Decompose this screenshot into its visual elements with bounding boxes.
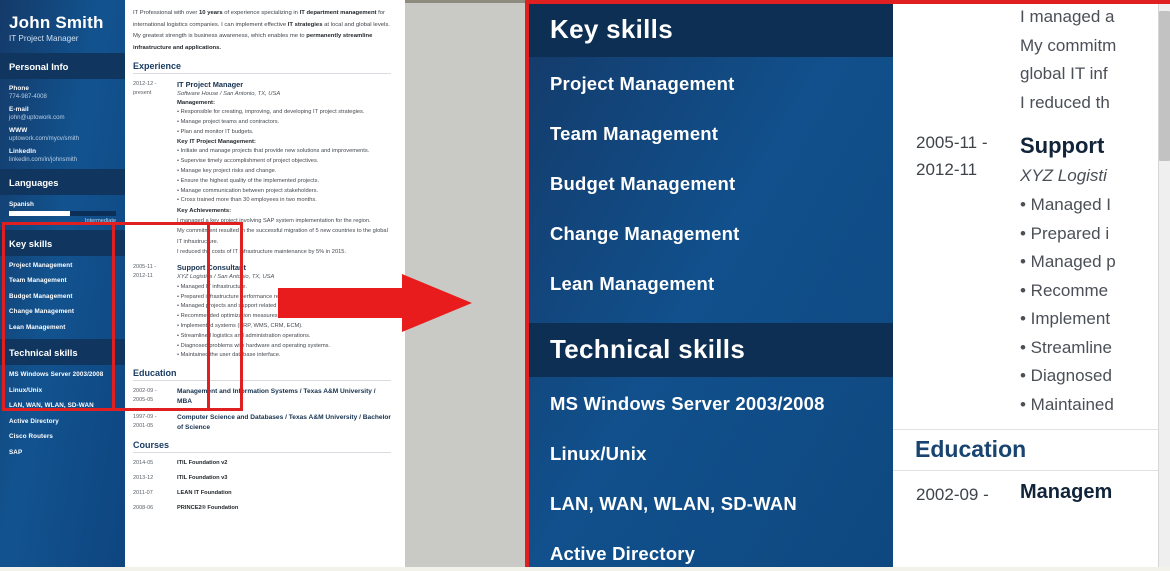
bullet-item: • Manage project teams and contractors. bbox=[177, 118, 280, 125]
language-name: Spanish bbox=[9, 200, 34, 208]
bullet-item: • Manage key project risks and change. bbox=[177, 168, 277, 175]
bullet-item: • Initiate and manage projects that prov… bbox=[177, 148, 370, 155]
right-arrow-icon bbox=[278, 274, 472, 332]
date-line: present bbox=[133, 90, 152, 97]
experience-entry: 2012-12 - present IT Project Manager Softwa… bbox=[133, 80, 391, 257]
summary-segment: IT strategies bbox=[287, 21, 323, 28]
personal-info-heading: Personal Info bbox=[9, 60, 69, 72]
selection-connector-bottom bbox=[108, 408, 243, 411]
contact-label: E-mail bbox=[9, 105, 29, 113]
candidate-role: IT Project Manager bbox=[9, 33, 79, 43]
screenshot-stage: John Smith IT Project Manager Personal I… bbox=[0, 0, 1170, 571]
education-body: Computer Science and Databases / Texas A… bbox=[177, 413, 391, 433]
course-title: LEAN IT Foundation bbox=[177, 489, 232, 496]
contact-value: 774-987-4008 bbox=[9, 92, 47, 100]
selection-connector-top bbox=[108, 222, 243, 225]
bullet-item: • Responsible for creating, improving, a… bbox=[177, 109, 365, 116]
language-level-bar bbox=[9, 210, 116, 216]
course-title: ITIL Foundation v3 bbox=[177, 474, 228, 481]
course-date: 2013-12 bbox=[133, 474, 154, 481]
contact-value: john@uptowork.com bbox=[9, 113, 65, 121]
technical-skill-item: SAP bbox=[9, 448, 23, 456]
summary-segment: of experience specializing in bbox=[222, 10, 300, 16]
contact-value: linkedin.com/in/johnsmith bbox=[9, 155, 78, 163]
section-header-languages: Languages bbox=[0, 168, 125, 195]
group-subheading: Key Achievements: bbox=[177, 208, 232, 215]
bullet-item: • Ensure the highest quality of the impl… bbox=[177, 177, 320, 184]
job-company: Software House / San Antonio, TX, USA bbox=[177, 91, 281, 98]
education-heading: Education bbox=[133, 368, 391, 382]
experience-date: 2005-11 - 2012-11 bbox=[133, 263, 177, 361]
bullet-item: • Supervise timely accomplishment of pro… bbox=[177, 158, 319, 165]
bullet-item: • Cross trained more than 30 employees i… bbox=[177, 197, 317, 204]
group-subheading: Management: bbox=[177, 100, 215, 107]
contact-list: Phone 774-987-4008 E-mail john@uptowork.com… bbox=[9, 85, 116, 163]
course-body: ITIL Foundation v2 bbox=[177, 459, 391, 468]
course-body: LEAN IT Foundation bbox=[177, 489, 391, 498]
course-title: PRINCE2® Foundation bbox=[177, 504, 239, 511]
selection-rectangle-experience-left-edge bbox=[207, 222, 210, 411]
summary-segment: 10 years bbox=[199, 10, 223, 16]
education-date: 1997-09 - 2001-05 bbox=[133, 413, 177, 433]
bullet-item: • Plan and monitor IT budgets. bbox=[177, 128, 254, 135]
date-line: 2005-05 bbox=[133, 397, 154, 404]
contact-label: LinkedIn bbox=[9, 147, 37, 155]
date-line: 1997-09 - bbox=[133, 413, 157, 420]
education-entry: 1997-09 - 2001-05 Computer Science and Dat… bbox=[133, 413, 391, 433]
experience-heading: Experience bbox=[133, 61, 391, 75]
professional-summary: IT Professional with over 10 years of ex… bbox=[133, 8, 391, 54]
course-date: 2011-07 bbox=[133, 489, 153, 496]
contact-value: uptowork.com/mycv/smith bbox=[9, 134, 80, 142]
education-entry: 2002-09 -2005-05 Management and Informati… bbox=[133, 387, 391, 407]
section-header-personal-info: Personal Info bbox=[0, 52, 125, 79]
date-line: 2012-12 - bbox=[133, 81, 157, 88]
date-line: 2005-11 - bbox=[133, 263, 157, 270]
course-date: 2014-05 bbox=[133, 459, 154, 466]
course-entry: 2013-12 ITIL Foundation v3 bbox=[133, 474, 391, 483]
course-body: PRINCE2® Foundation bbox=[177, 504, 391, 513]
date-line: 2012-11 bbox=[133, 272, 153, 279]
language-level-fill bbox=[9, 210, 70, 216]
selection-rectangle-experience-right-edge bbox=[240, 222, 243, 411]
contact-label: Phone bbox=[9, 84, 30, 92]
bullet-item: • Manage communication between project s… bbox=[177, 187, 319, 194]
language-list: Spanish Intermediate bbox=[9, 201, 116, 224]
selection-rectangle-key-skills bbox=[2, 222, 115, 411]
education-date: 2002-09 - 2005-05 bbox=[133, 387, 177, 407]
bottom-edge-strip bbox=[0, 567, 1170, 571]
summary-segment: IT Professional with over bbox=[133, 10, 200, 16]
technical-skill-item: Active Directory bbox=[9, 417, 59, 425]
contact-label: WWW bbox=[9, 126, 28, 134]
date-line: 2001-05 bbox=[133, 423, 154, 430]
zoom-panel-frame bbox=[525, 0, 1170, 571]
job-title: IT Project Manager bbox=[177, 80, 244, 90]
gutter-top-edge bbox=[405, 0, 528, 3]
courses-list: 2014-05 ITIL Foundation v2 2013-12 ITIL Fou… bbox=[133, 459, 391, 513]
date-line: 2002-09 - bbox=[133, 388, 157, 395]
course-entry: 2014-05 ITIL Foundation v2 bbox=[133, 459, 391, 468]
course-entry: 2011-07 LEAN IT Foundation bbox=[133, 489, 391, 498]
courses-heading: Courses bbox=[133, 440, 391, 453]
course-body: ITIL Foundation v3 bbox=[177, 474, 391, 483]
education-degree: Computer Science and Databases / Texas A… bbox=[177, 413, 392, 431]
group-subheading: Key IT Project Management: bbox=[177, 139, 256, 146]
course-entry: 2008-06 PRINCE2® Foundation bbox=[133, 504, 391, 513]
summary-segment: IT department management bbox=[299, 10, 377, 16]
technical-skill-item: Cisco Routers bbox=[9, 433, 53, 441]
course-title: ITIL Foundation v2 bbox=[177, 459, 228, 466]
languages-heading: Languages bbox=[9, 176, 59, 188]
candidate-name: John Smith bbox=[9, 13, 104, 32]
experience-date: 2012-12 - present bbox=[133, 80, 177, 257]
course-date: 2008-06 bbox=[133, 504, 154, 511]
